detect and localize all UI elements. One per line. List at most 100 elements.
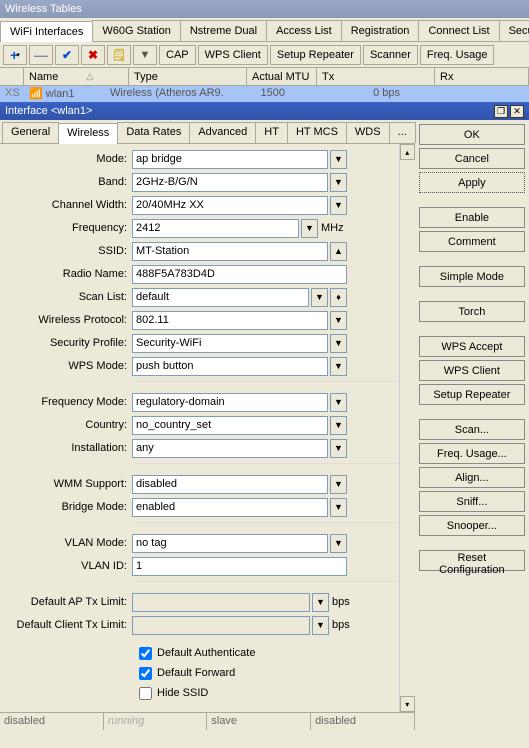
col-name[interactable]: Name△ xyxy=(24,68,129,85)
freq-usage-button[interactable]: Freq. Usage xyxy=(420,45,495,65)
default-authenticate-checkbox[interactable] xyxy=(139,647,152,660)
freq-usage-button-side[interactable]: Freq. Usage... xyxy=(419,443,525,464)
wps-client-button-side[interactable]: WPS Client xyxy=(419,360,525,381)
scanner-button[interactable]: Scanner xyxy=(363,45,418,65)
band-field[interactable] xyxy=(132,173,328,192)
ssid-label: SSID: xyxy=(0,245,132,257)
vlanm-dropdown[interactable]: ▼ xyxy=(330,534,347,553)
cltx-toggle[interactable]: ▼ xyxy=(312,616,329,635)
tab-registration[interactable]: Registration xyxy=(341,20,420,41)
tab-access-list[interactable]: Access List xyxy=(266,20,342,41)
country-dropdown[interactable]: ▼ xyxy=(330,416,347,435)
fmode-dropdown[interactable]: ▼ xyxy=(330,393,347,412)
wps-dropdown[interactable]: ▼ xyxy=(330,357,347,376)
comment-button-side[interactable]: Comment xyxy=(419,231,525,252)
wps-accept-button[interactable]: WPS Accept xyxy=(419,336,525,357)
ok-button[interactable]: OK xyxy=(419,124,525,145)
remove-button[interactable]: — xyxy=(29,45,53,65)
cap-button[interactable]: CAP xyxy=(159,45,196,65)
snooper-button[interactable]: Snooper... xyxy=(419,515,525,536)
proto-dropdown[interactable]: ▼ xyxy=(330,311,347,330)
dialog-side-buttons: OK Cancel Apply Enable Comment Simple Mo… xyxy=(415,120,529,730)
radio-field[interactable] xyxy=(132,265,347,284)
scan-field[interactable] xyxy=(132,288,309,307)
mode-dropdown[interactable]: ▼ xyxy=(330,150,347,169)
bridge-field[interactable] xyxy=(132,498,328,517)
ssid-field[interactable] xyxy=(132,242,328,261)
cltx-field[interactable] xyxy=(132,616,310,635)
tab-ht-mcs[interactable]: HT MCS xyxy=(287,122,347,143)
aptx-toggle[interactable]: ▼ xyxy=(312,593,329,612)
disable-button[interactable]: ✖ xyxy=(81,45,105,65)
freq-field[interactable] xyxy=(132,219,299,238)
col-rx[interactable]: Rx xyxy=(435,68,529,85)
inst-dropdown[interactable]: ▼ xyxy=(330,439,347,458)
tab-ht[interactable]: HT xyxy=(255,122,288,143)
vlanid-field[interactable] xyxy=(132,557,347,576)
tab-more[interactable]: ... xyxy=(389,122,416,143)
simple-mode-button[interactable]: Simple Mode xyxy=(419,266,525,287)
col-tx[interactable]: Tx xyxy=(317,68,435,85)
wmm-dropdown[interactable]: ▼ xyxy=(330,475,347,494)
chwidth-dropdown[interactable]: ▼ xyxy=(330,196,347,215)
tab-connect-list[interactable]: Connect List xyxy=(418,20,499,41)
chwidth-field[interactable] xyxy=(132,196,328,215)
country-field[interactable] xyxy=(132,416,328,435)
bridge-dropdown[interactable]: ▼ xyxy=(330,498,347,517)
scroll-up-icon[interactable]: ▴ xyxy=(400,144,415,160)
reset-configuration-button[interactable]: Reset Configuration xyxy=(419,550,525,571)
wps-field[interactable] xyxy=(132,357,328,376)
proto-field[interactable] xyxy=(132,311,328,330)
vlanm-field[interactable] xyxy=(132,534,328,553)
fmode-field[interactable] xyxy=(132,393,328,412)
cltx-label: Default Client Tx Limit: xyxy=(0,619,132,631)
wmm-field[interactable] xyxy=(132,475,328,494)
cltx-unit: bps xyxy=(332,619,350,631)
tab-general[interactable]: General xyxy=(2,122,59,143)
form-scrollbar[interactable]: ▴ ▾ xyxy=(399,144,415,712)
tab-advanced[interactable]: Advanced xyxy=(189,122,256,143)
enable-button-side[interactable]: Enable xyxy=(419,207,525,228)
enable-button[interactable]: ✔ xyxy=(55,45,79,65)
scan-dropdown[interactable]: ▼ xyxy=(311,288,328,307)
sec-field[interactable] xyxy=(132,334,328,353)
aptx-field[interactable] xyxy=(132,593,310,612)
ssid-toggle[interactable]: ▲ xyxy=(330,242,347,261)
comment-button[interactable]: 🗒 xyxy=(107,45,131,65)
setup-repeater-button[interactable]: Setup Repeater xyxy=(270,45,361,65)
tab-w60g-station[interactable]: W60G Station xyxy=(92,20,180,41)
tab-nstreme-dual[interactable]: Nstreme Dual xyxy=(180,20,267,41)
close-button[interactable]: ✕ xyxy=(510,105,524,118)
tab-wifi-interfaces[interactable]: WiFi Interfaces xyxy=(0,21,93,42)
cross-icon: ✖ xyxy=(88,48,98,62)
add-button[interactable]: +▾ xyxy=(3,45,27,65)
default-forward-checkbox[interactable] xyxy=(139,667,152,680)
inst-field[interactable] xyxy=(132,439,328,458)
filter-button[interactable]: ▼ xyxy=(133,45,157,65)
freq-dropdown[interactable]: ▼ xyxy=(301,219,318,238)
band-dropdown[interactable]: ▼ xyxy=(330,173,347,192)
scroll-down-icon[interactable]: ▾ xyxy=(400,696,415,712)
cancel-button[interactable]: Cancel xyxy=(419,148,525,169)
hide-ssid-checkbox[interactable] xyxy=(139,687,152,700)
col-type[interactable]: Type xyxy=(129,68,247,85)
vlanm-label: VLAN Mode: xyxy=(0,537,132,549)
mode-field[interactable] xyxy=(132,150,328,169)
setup-repeater-button-side[interactable]: Setup Repeater xyxy=(419,384,525,405)
table-row[interactable]: XS 📶 wlan1 Wireless (Atheros AR9... 1500… xyxy=(0,86,529,102)
col-mtu[interactable]: Actual MTU xyxy=(247,68,317,85)
dialog-title: Interface <wlan1> xyxy=(5,105,92,117)
scan-button[interactable]: Scan... xyxy=(419,419,525,440)
tab-security-profiles[interactable]: Security Profi xyxy=(499,20,529,41)
sniff-button[interactable]: Sniff... xyxy=(419,491,525,512)
scan-updown[interactable]: ♦ xyxy=(330,288,347,307)
wps-client-button[interactable]: WPS Client xyxy=(198,45,268,65)
torch-button[interactable]: Torch xyxy=(419,301,525,322)
tab-data-rates[interactable]: Data Rates xyxy=(117,122,190,143)
restore-button[interactable]: ❐ xyxy=(494,105,508,118)
apply-button[interactable]: Apply xyxy=(419,172,525,193)
sec-dropdown[interactable]: ▼ xyxy=(330,334,347,353)
tab-wireless[interactable]: Wireless xyxy=(58,123,118,144)
tab-wds[interactable]: WDS xyxy=(346,122,390,143)
align-button[interactable]: Align... xyxy=(419,467,525,488)
